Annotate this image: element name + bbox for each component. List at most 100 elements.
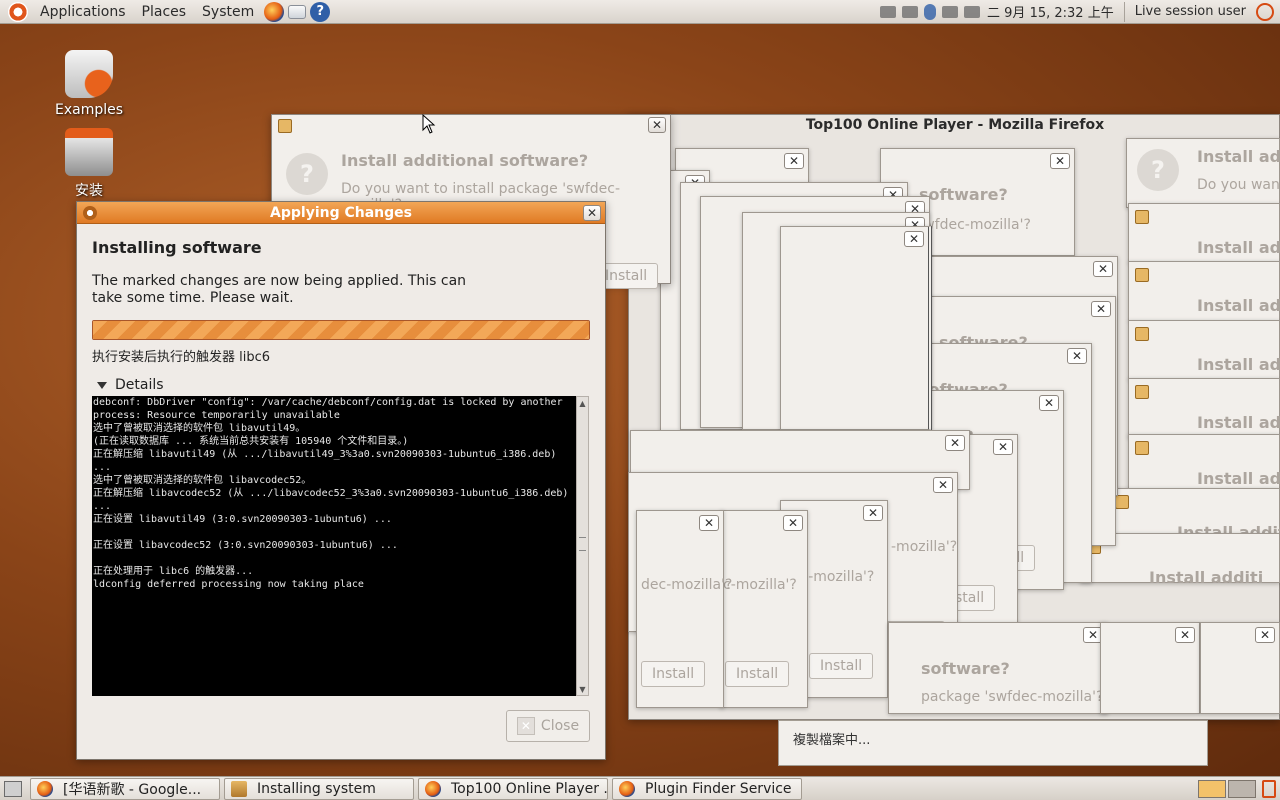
installer-icon (231, 780, 247, 797)
terminal-scrollbar[interactable]: ▲ ▼ (576, 396, 589, 696)
close-icon[interactable]: ✕ (648, 117, 666, 133)
system-tray: 二 9月 15, 2:32 上午 Live session user (877, 0, 1280, 24)
package-icon (1135, 385, 1149, 399)
menu-system[interactable]: System (194, 4, 262, 20)
firefox-launcher-icon[interactable] (264, 1, 285, 22)
install-dialog-ghost[interactable]: Install ad (1128, 261, 1280, 321)
close-icon[interactable]: ✕ (1175, 627, 1195, 643)
dialog-question: Install ad (1197, 355, 1280, 374)
close-icon[interactable]: ✕ (1091, 301, 1111, 317)
install-dialog-ghost[interactable]: ✕ (1200, 622, 1280, 714)
task-google-music[interactable]: [华语新歌 - Google... (30, 777, 220, 800)
dialog-title: Applying Changes (270, 204, 412, 221)
top-panel: Applications Places System ? 二 9月 15, 2:… (0, 0, 1280, 24)
package-icon (1135, 210, 1149, 224)
user-menu[interactable]: Live session user (1135, 4, 1246, 19)
firefox-icon (37, 780, 53, 797)
install-dialog-ghost[interactable]: ? Install ad Do you want (1126, 138, 1280, 208)
close-icon[interactable]: ✕ (1093, 261, 1113, 277)
firefox-icon (619, 780, 635, 797)
install-dialog-ghost[interactable]: ✕ dec-mozilla'? Install (636, 510, 732, 708)
task-label: Top100 Online Player ... (451, 780, 608, 797)
dialog-titlebar[interactable]: Applying Changes ✕ (77, 202, 605, 224)
progress-fill (93, 321, 589, 339)
dialog-heading: Installing software (92, 238, 262, 257)
details-expander[interactable]: Details (97, 377, 164, 393)
desktop-icon-install[interactable]: 安装 (49, 128, 129, 200)
install-dialog-ghost[interactable]: ✕ c-mozilla'? Install (720, 510, 808, 708)
keyboard-icon[interactable] (942, 5, 959, 18)
install-button[interactable]: Install (725, 661, 790, 687)
close-icon[interactable]: ✕ (1050, 153, 1070, 169)
close-icon: ✕ (516, 717, 535, 735)
close-icon[interactable]: ✕ (699, 515, 719, 531)
scroll-up-icon[interactable]: ▲ (577, 397, 588, 409)
close-icon[interactable]: ✕ (583, 205, 601, 221)
progress-bar (92, 320, 590, 340)
workspace-2[interactable] (1228, 779, 1256, 798)
close-button[interactable]: ✕ Close (506, 710, 590, 742)
applying-changes-dialog[interactable]: Applying Changes ✕ Installing software T… (76, 201, 606, 760)
scroll-grip[interactable] (579, 537, 586, 551)
ubuntu-logo-icon[interactable] (8, 1, 28, 22)
dialog-question: Install ad (1197, 147, 1280, 166)
task-top100-player[interactable]: Top100 Online Player ... (418, 777, 608, 800)
dialog-message: The marked changes are now being applied… (92, 273, 467, 306)
install-dialog-ghost[interactable]: Install ad (1128, 320, 1280, 380)
power-icon[interactable] (1256, 2, 1274, 21)
app-icon (83, 206, 97, 220)
close-icon[interactable]: ✕ (863, 505, 883, 521)
examples-folder-icon (65, 50, 113, 98)
network-icon[interactable] (902, 5, 919, 18)
desktop-icon-examples[interactable]: Examples (49, 50, 129, 118)
show-desktop-icon[interactable] (4, 780, 22, 797)
dialog-description: -mozilla'? (891, 539, 958, 555)
package-icon (1135, 441, 1149, 455)
bottom-taskbar: [华语新歌 - Google... Installing system Top1… (0, 776, 1280, 800)
close-icon[interactable]: ✕ (933, 477, 953, 493)
dialog-question: Install ad (1197, 413, 1280, 432)
clock[interactable]: 二 9月 15, 2:32 上午 (987, 2, 1114, 21)
dialog-question: software? (921, 659, 1010, 678)
install-dialog-ghost[interactable]: Install ad (1128, 434, 1280, 494)
workspace-1[interactable] (1198, 779, 1226, 798)
tray-divider (1123, 1, 1125, 22)
menu-places[interactable]: Places (134, 4, 195, 20)
close-icon[interactable]: ✕ (784, 153, 804, 169)
trash-icon[interactable] (1262, 779, 1276, 798)
close-icon[interactable]: ✕ (1067, 348, 1087, 364)
close-icon[interactable]: ✕ (1039, 395, 1059, 411)
install-dialog-ghost[interactable]: Install ad (1128, 378, 1280, 438)
bluetooth-icon[interactable] (924, 3, 937, 20)
install-dialog-ghost[interactable]: ✕ software? package 'swfdec-mozilla'? (888, 622, 1108, 714)
chevron-down-icon (97, 381, 107, 389)
close-icon[interactable]: ✕ (945, 435, 965, 451)
close-icon[interactable]: ✕ (1255, 627, 1275, 643)
dialog-description: c-mozilla'? (723, 577, 797, 593)
details-label: Details (115, 377, 164, 393)
terminal-output[interactable]: debconf: DbDriver "config": /var/cache/d… (92, 396, 576, 696)
close-icon[interactable]: ✕ (904, 231, 924, 247)
menu-applications[interactable]: Applications (32, 4, 134, 20)
mail-launcher-icon[interactable] (288, 4, 307, 19)
task-installing-system[interactable]: Installing system (224, 777, 414, 800)
package-icon (1135, 268, 1149, 282)
install-dialog-ghost[interactable]: ✕ (1100, 622, 1200, 714)
install-button[interactable]: Install (641, 661, 706, 687)
install-dialog-ghost[interactable]: ✕ (780, 226, 932, 430)
install-dialog-ghost[interactable]: Install ad (1128, 203, 1280, 263)
workspace-switcher[interactable] (1198, 779, 1256, 798)
status-text: 複製檔案中... (793, 733, 871, 748)
firefox-window-title: Top100 Online Player - Mozilla Firefox (805, 117, 1105, 133)
close-icon[interactable]: ✕ (993, 439, 1013, 455)
task-plugin-finder[interactable]: Plugin Finder Service (612, 777, 802, 800)
close-button-label: Close (540, 718, 580, 734)
install-button[interactable]: Install (809, 653, 874, 679)
question-icon: ? (286, 153, 328, 195)
volume-icon[interactable] (964, 5, 981, 18)
printer-icon[interactable] (880, 5, 897, 18)
scroll-down-icon[interactable]: ▼ (577, 683, 588, 695)
close-icon[interactable]: ✕ (783, 515, 803, 531)
help-launcher-icon[interactable]: ? (310, 1, 331, 22)
firefox-icon (425, 780, 441, 797)
